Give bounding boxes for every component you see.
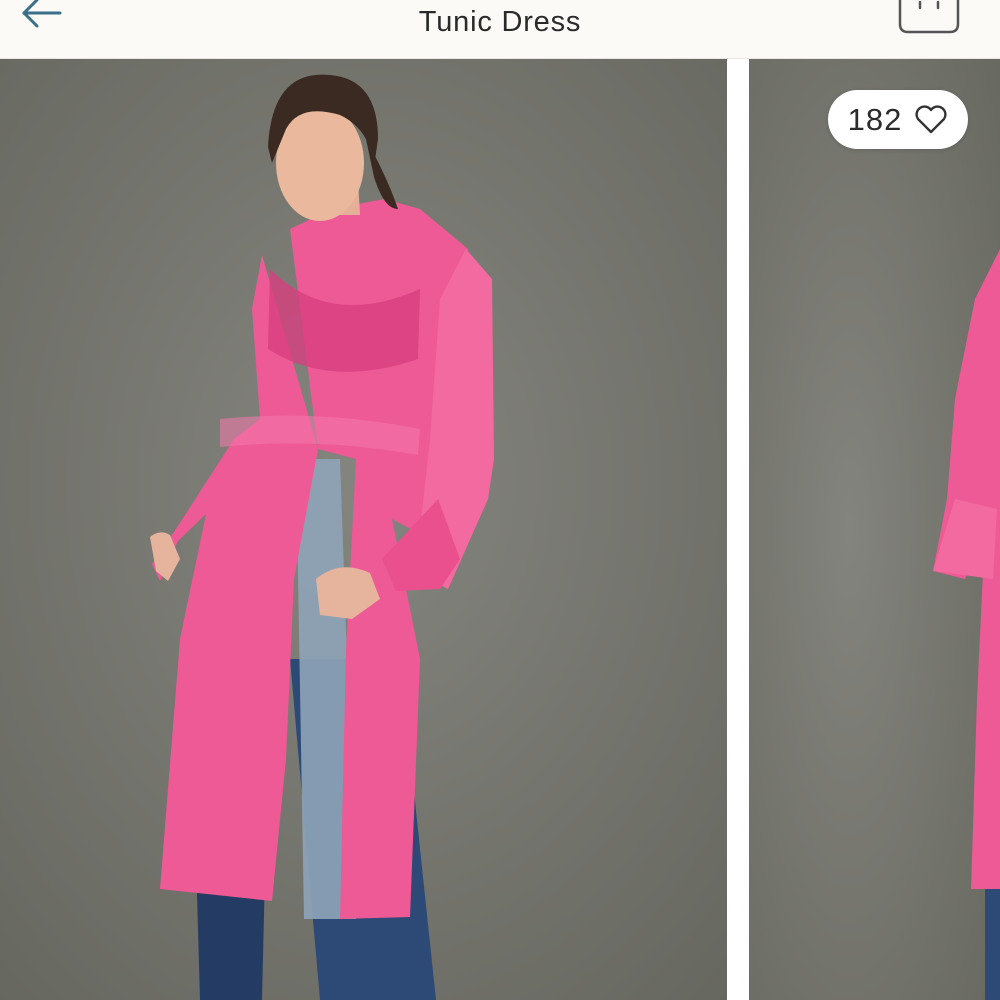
top-bar: Tunic Dress (0, 0, 1000, 59)
product-image-gallery[interactable] (0, 59, 1000, 1000)
product-image-main[interactable] (0, 59, 727, 1000)
heart-outline-icon (915, 104, 947, 133)
cart-button[interactable] (898, 0, 960, 34)
product-photo (0, 59, 727, 1000)
page-title: Tunic Dress (418, 6, 582, 38)
like-button[interactable]: 182 (828, 90, 968, 149)
shopping-bag-icon (898, 0, 960, 34)
product-photo (749, 59, 1000, 1000)
product-image-next[interactable] (749, 59, 1000, 1000)
like-count: 182 (847, 101, 903, 137)
